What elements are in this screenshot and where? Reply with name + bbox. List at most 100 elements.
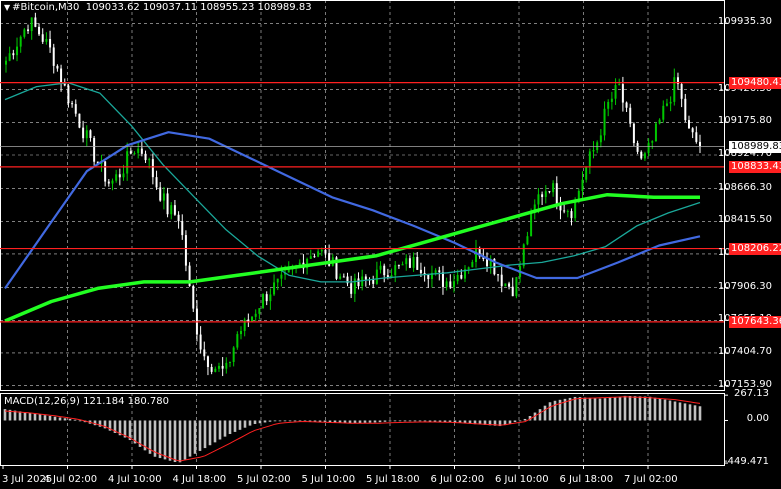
macd-histogram-bar	[423, 420, 427, 422]
candle-body	[691, 128, 694, 133]
candle-body	[313, 256, 316, 258]
candle-body	[680, 84, 683, 99]
macd-histogram-bar	[403, 420, 407, 422]
candle-body	[555, 183, 558, 204]
candle-body	[89, 130, 92, 138]
candle-body	[320, 249, 323, 252]
macd-tick-label: -449.471	[724, 456, 769, 468]
macd-histogram-bar	[688, 404, 692, 421]
candle-body	[486, 258, 489, 267]
candle-body	[471, 261, 474, 268]
candle-body	[541, 194, 544, 197]
candle-body	[350, 283, 353, 294]
macd-histogram-bar	[583, 397, 587, 421]
candle-body	[563, 210, 566, 212]
candle-body	[262, 294, 265, 309]
macd-histogram-bar	[18, 411, 22, 421]
candle-body	[504, 283, 507, 287]
macd-histogram-bar	[158, 420, 162, 459]
macd-histogram-bar	[283, 420, 287, 422]
candle-body	[599, 135, 602, 143]
candle-body	[8, 53, 11, 61]
candle-body	[276, 278, 279, 283]
candle-body	[530, 212, 533, 237]
candle-body	[441, 272, 444, 287]
candle-body	[427, 274, 430, 280]
macd-histogram-bar	[653, 397, 657, 421]
macd-histogram-bar	[218, 420, 222, 440]
candle-body	[699, 141, 701, 147]
candle-body	[625, 102, 628, 108]
candle-body	[511, 286, 514, 297]
candle-body	[129, 151, 132, 154]
macd-histogram-bar	[428, 420, 432, 422]
macd-histogram-bar	[278, 420, 282, 422]
macd-histogram-bar	[203, 420, 207, 449]
macd-histogram-bar	[553, 400, 557, 421]
candle-body	[632, 123, 635, 144]
candle-body	[592, 150, 595, 152]
candle-body	[588, 151, 591, 167]
candle-body	[445, 281, 448, 287]
macd-histogram-bar	[573, 396, 577, 421]
candle-body	[137, 148, 140, 154]
macd-histogram-bar	[258, 420, 262, 424]
candle-body	[74, 104, 77, 114]
level-price-label: 107643.36	[729, 315, 781, 328]
candle-body	[452, 281, 455, 288]
current-price-label: 108989.83	[729, 140, 781, 153]
candle-body	[497, 274, 500, 276]
macd-histogram-bar	[513, 420, 517, 423]
candle-body	[621, 84, 624, 103]
macd-histogram-bar	[93, 420, 97, 426]
candle-body	[522, 244, 525, 267]
candle-body	[162, 193, 165, 201]
candle-body	[19, 36, 22, 47]
candle-body	[52, 47, 55, 66]
candle-body	[687, 120, 690, 129]
candle-body	[566, 211, 569, 213]
candle-body	[5, 60, 7, 65]
candle-body	[111, 180, 114, 184]
macd-histogram-bar	[698, 406, 702, 421]
candle-body	[456, 275, 459, 282]
candle-body	[508, 283, 511, 287]
level-price-label: 108206.22	[729, 242, 781, 255]
macd-histogram-bar	[623, 395, 627, 421]
macd-histogram-bar	[658, 398, 662, 421]
macd-histogram-bar	[413, 420, 417, 422]
candle-body	[184, 235, 187, 266]
collapse-arrow-icon[interactable]: ▼	[4, 3, 10, 12]
macd-histogram-bar	[568, 397, 572, 421]
candle-body	[41, 34, 44, 42]
macd-histogram-bar	[633, 396, 637, 421]
macd-histogram-bar	[378, 420, 382, 423]
candle-body	[177, 214, 180, 222]
candle-body	[669, 101, 672, 104]
candle-body	[570, 211, 573, 219]
candle-body	[357, 278, 360, 287]
candle-body	[273, 282, 276, 295]
candle-body	[537, 194, 540, 205]
macd-histogram-bar	[58, 417, 62, 421]
candle-body	[203, 349, 206, 357]
candle-body	[265, 294, 268, 302]
macd-histogram-bar	[538, 409, 542, 421]
candle-body	[408, 258, 411, 268]
macd-histogram-bar	[408, 420, 412, 422]
macd-histogram-bar	[383, 420, 387, 422]
candle-body	[133, 153, 136, 155]
candle-body	[342, 276, 345, 278]
macd-histogram-bar	[398, 420, 402, 422]
macd-histogram-bar	[178, 420, 182, 463]
price-chart[interactable]	[0, 0, 781, 489]
candle-body	[401, 264, 404, 266]
candle-body	[104, 161, 107, 182]
price-tick-label: 108666.30	[717, 181, 772, 193]
macd-histogram-bar	[73, 419, 77, 421]
candle-body	[695, 132, 698, 142]
symbol-label: #Bitcoin,M30	[12, 2, 80, 13]
candle-body	[199, 334, 202, 350]
candle-body	[107, 181, 110, 184]
candle-body	[67, 85, 70, 104]
